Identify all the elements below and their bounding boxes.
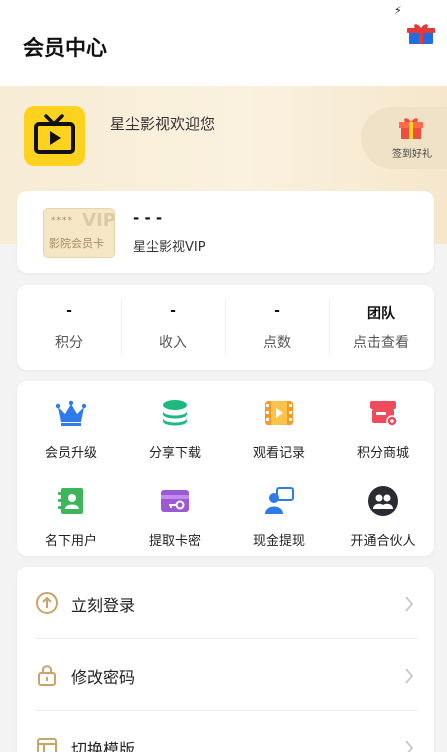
stack-icon — [163, 400, 187, 426]
grid-item-watch-history[interactable]: 观看记录 — [227, 385, 331, 465]
stat-value: - — [170, 303, 176, 319]
stat-label: 积分 — [55, 335, 83, 351]
menu-label: 立刻登录 — [71, 596, 136, 615]
menu-label: 切换模版 — [71, 740, 136, 752]
stat-value: 团队 — [367, 306, 395, 322]
checkin-button[interactable]: 签到好礼 — [361, 107, 447, 169]
stat-label: 点击查看 — [353, 335, 409, 351]
card-key-icon — [161, 490, 189, 512]
login-icon — [36, 592, 58, 614]
film-icon — [265, 401, 293, 425]
grid-label: 积分商城 — [356, 446, 409, 461]
crown-icon — [55, 400, 87, 426]
vip-placeholder: - - - — [133, 209, 163, 227]
gift-box-icon[interactable] — [406, 22, 436, 46]
shop-icon — [370, 401, 398, 427]
user-chat-icon — [265, 487, 294, 514]
stat-value: - — [274, 303, 280, 319]
contact-book-icon — [58, 488, 83, 514]
stats-card: - 积分 - 收入 - 点数 团队 点击查看 — [17, 285, 434, 370]
stat-credits[interactable]: - 点数 — [225, 285, 329, 370]
menu-label: 修改密码 — [71, 668, 136, 687]
card-vip-mark: VIP — [82, 210, 115, 231]
grid-item-vip-upgrade[interactable]: 会员升级 — [19, 385, 123, 465]
grid-label: 现金提现 — [252, 534, 305, 549]
app-header: 会员中心 ⚡ — [0, 0, 447, 86]
lock-icon — [38, 665, 56, 686]
grid-label: 名下用户 — [44, 534, 97, 549]
stat-income[interactable]: - 收入 — [121, 285, 225, 370]
grid-item-share-download[interactable]: 分享下载 — [123, 385, 227, 465]
gift-icon — [399, 118, 423, 139]
bolt-icon: ⚡ — [394, 4, 402, 17]
vip-name: 星尘影视VIP — [133, 240, 206, 255]
page-title: 会员中心 — [23, 36, 107, 60]
menu-item-login[interactable]: 立刻登录 — [17, 567, 417, 639]
card-dots: **** — [51, 216, 73, 226]
tv-icon — [34, 114, 75, 154]
grid-item-redeem-code[interactable]: 提取卡密 — [123, 473, 227, 553]
feature-grid: 会员升级 分享下载 观看记录 积分商城 名下用户 提取卡密 现金提现 开通合伙人 — [17, 381, 434, 556]
stat-label: 点数 — [263, 335, 291, 351]
grid-label: 分享下载 — [148, 446, 201, 461]
stat-value: - — [66, 303, 72, 319]
stat-points[interactable]: - 积分 — [17, 285, 121, 370]
chevron-right-icon — [405, 668, 414, 684]
grid-item-cash-withdraw[interactable]: 现金提现 — [227, 473, 331, 553]
grid-item-my-users[interactable]: 名下用户 — [19, 473, 123, 553]
app-logo — [24, 106, 85, 166]
member-card-image: **** VIP 影院会员卡 — [43, 208, 115, 258]
chevron-right-icon — [405, 740, 414, 752]
card-label: 影院会员卡 — [49, 237, 104, 250]
grid-item-become-partner[interactable]: 开通合伙人 — [331, 473, 435, 553]
checkin-label: 签到好礼 — [392, 149, 432, 160]
chevron-right-icon — [405, 596, 414, 612]
grid-label: 开通合伙人 — [350, 534, 416, 549]
grid-label: 提取卡密 — [148, 534, 201, 549]
welcome-text: 星尘影视欢迎您 — [110, 115, 216, 133]
stat-team[interactable]: 团队 点击查看 — [329, 285, 433, 370]
template-icon — [37, 738, 57, 752]
grid-label: 会员升级 — [44, 446, 97, 461]
menu-item-switch-template[interactable]: 切换模版 — [17, 711, 417, 752]
partner-icon — [368, 486, 398, 516]
menu-item-change-password[interactable]: 修改密码 — [17, 639, 417, 711]
grid-label: 观看记录 — [252, 446, 305, 461]
stat-label: 收入 — [159, 335, 187, 351]
grid-item-points-mall[interactable]: 积分商城 — [331, 385, 435, 465]
vip-card[interactable]: **** VIP 影院会员卡 - - - 星尘影视VIP — [17, 191, 434, 273]
